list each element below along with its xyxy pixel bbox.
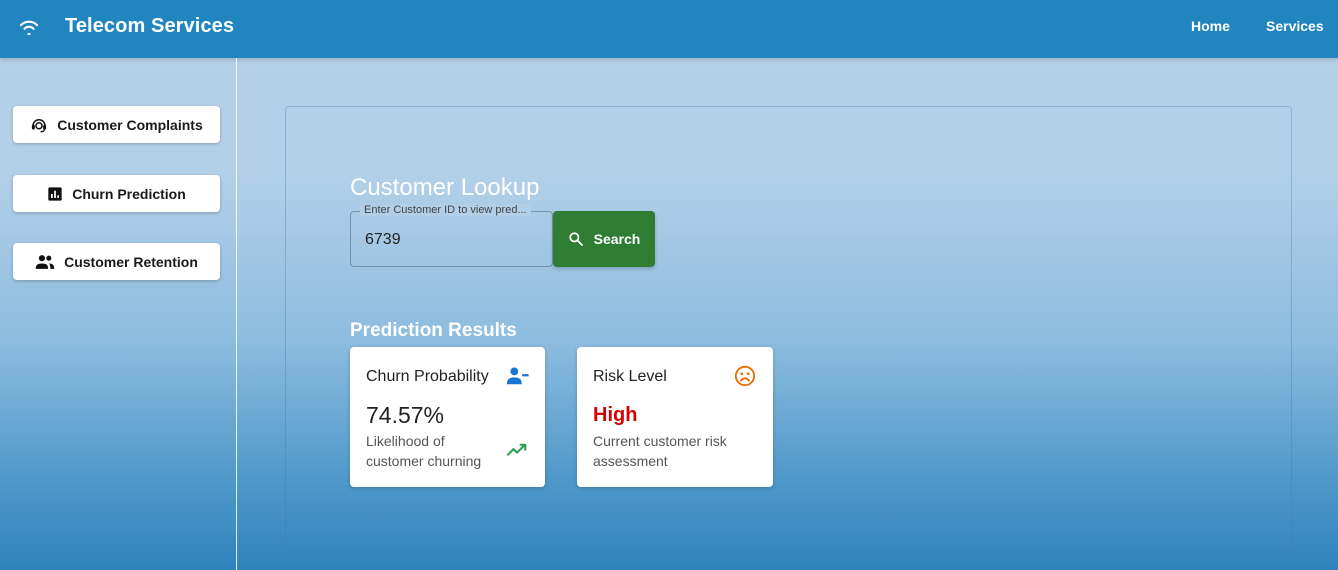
wifi-icon bbox=[19, 20, 39, 35]
sidebar: Customer Complaints Churn Prediction Cus… bbox=[0, 58, 237, 570]
churn-prediction-button[interactable]: Churn Prediction bbox=[13, 175, 220, 212]
risk-level-card: Risk Level High Current customer risk as… bbox=[577, 347, 773, 487]
bar-chart-icon bbox=[48, 186, 62, 201]
customer-id-label: Enter Customer ID to view pred... bbox=[360, 204, 531, 216]
app-bar: Telecom Services Home Services bbox=[0, 0, 1338, 58]
sad-face-icon bbox=[734, 365, 756, 387]
people-icon bbox=[35, 254, 55, 269]
sidebar-item-label: Churn Prediction bbox=[72, 185, 186, 202]
search-button-label: Search bbox=[593, 231, 641, 247]
churn-probability-value: 74.57% bbox=[366, 402, 445, 428]
sidebar-item-label: Customer Complaints bbox=[57, 116, 203, 133]
customer-id-field[interactable]: Enter Customer ID to view pred... 6739 bbox=[350, 204, 553, 267]
trending-up-icon bbox=[506, 443, 527, 456]
nav-services-link[interactable]: Services bbox=[1266, 18, 1324, 34]
churn-probability-card: Churn Probability 74.57% Likelihood of c… bbox=[350, 347, 545, 487]
card-description: Current customer risk assessment bbox=[593, 433, 727, 469]
card-description: Likelihood of customer churning bbox=[366, 433, 482, 469]
card-title: Risk Level bbox=[593, 368, 667, 385]
sidebar-item-label: Customer Retention bbox=[64, 253, 198, 270]
card-title: Churn Probability bbox=[366, 368, 489, 385]
customer-lookup-title: Customer Lookup bbox=[350, 174, 540, 201]
support-agent-icon bbox=[32, 118, 47, 132]
risk-level-value: High bbox=[593, 404, 638, 426]
nav-home-link[interactable]: Home bbox=[1191, 18, 1230, 34]
app-title: Telecom Services bbox=[65, 15, 235, 37]
customer-id-input[interactable]: 6739 bbox=[365, 231, 401, 249]
person-remove-icon bbox=[506, 367, 529, 385]
customer-retention-button[interactable]: Customer Retention bbox=[13, 243, 220, 280]
prediction-results-title: Prediction Results bbox=[350, 320, 517, 341]
search-button[interactable]: Search bbox=[553, 211, 655, 267]
customer-complaints-button[interactable]: Customer Complaints bbox=[13, 106, 220, 143]
search-icon bbox=[568, 232, 583, 246]
